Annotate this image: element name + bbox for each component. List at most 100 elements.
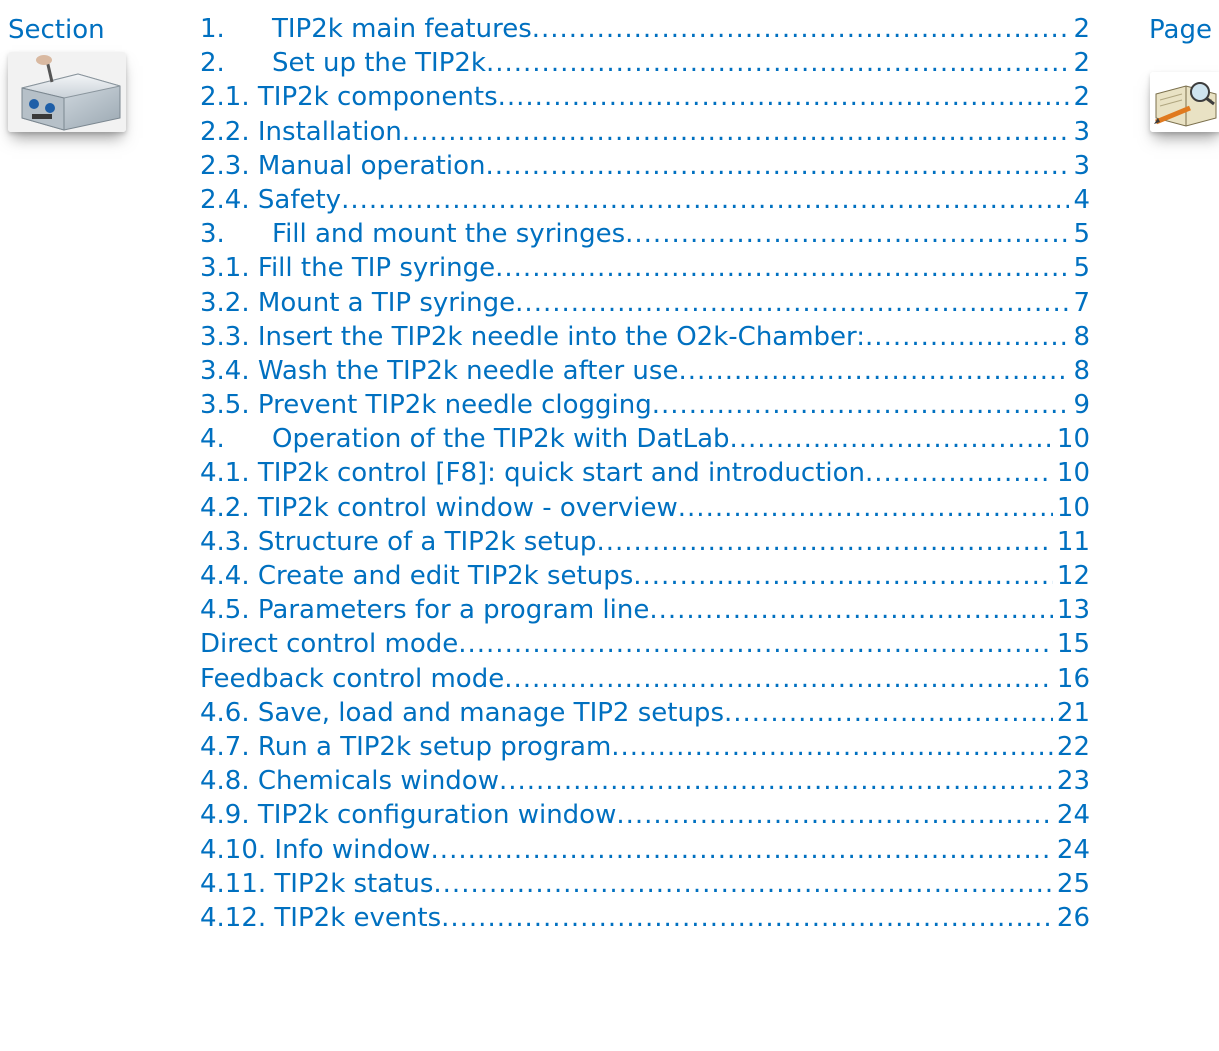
toc-entry[interactable]: 1. TIP2k main features 2 <box>200 12 1090 46</box>
toc-entry-page-number: 24 <box>1056 834 1090 865</box>
toc-entry-page-number: 2 <box>1073 14 1090 44</box>
toc-entry-title: 2.1. TIP2k components <box>200 80 498 114</box>
toc-entry[interactable]: 4. Operation of the TIP2k with DatLab 10 <box>200 422 1090 456</box>
toc-entry-page-number: 11 <box>1056 526 1090 557</box>
toc-entry-text: Direct control mode <box>200 629 459 660</box>
toc-entry-page-number: 23 <box>1056 766 1090 797</box>
toc-entry-page-number: 26 <box>1056 902 1090 933</box>
toc-entry-text: Parameters for a program line <box>257 595 650 626</box>
toc-entry-page-number: 2 <box>1073 82 1090 113</box>
toc-entry-number: 4.7. <box>200 731 250 762</box>
dot-leader <box>652 388 1070 422</box>
table-of-contents: 1. TIP2k main features 2 2. Set up the TIP2k… <box>200 12 1090 935</box>
toc-entry-page-number: 9 <box>1073 390 1090 421</box>
page-column-label: Page <box>1149 15 1212 45</box>
toc-entry-title: 4.1. TIP2k control [F8]: quick start and… <box>200 456 865 490</box>
toc-entry-text: TIP2k status <box>274 868 434 899</box>
toc-entry-number: 2. <box>200 48 225 79</box>
toc-entry[interactable]: 2.1. TIP2k components 2 <box>200 80 1090 114</box>
toc-entry[interactable]: 4.9. TIP2k configuration window 24 <box>200 798 1090 832</box>
toc-entry-number: 3.3. <box>200 321 250 352</box>
toc-entry-text: Structure of a TIP2k setup <box>257 526 597 557</box>
toc-entry[interactable]: 3.3. Insert the TIP2k needle into the O2… <box>200 320 1090 354</box>
toc-entry-number: 2.4. <box>200 184 250 215</box>
toc-entry-title: 2. Set up the TIP2k <box>200 46 486 80</box>
toc-entry-text: Manual operation <box>257 150 486 181</box>
toc-entry-page-number: 5 <box>1073 219 1090 250</box>
toc-entry-text: Fill and mount the syringes <box>272 219 626 250</box>
toc-entry-number: 4.2. <box>200 492 250 523</box>
toc-entry[interactable]: 4.6. Save, load and manage TIP2 setups 21 <box>200 696 1090 730</box>
toc-entry[interactable]: 3.5. Prevent TIP2k needle clogging 9 <box>200 388 1090 422</box>
toc-entry[interactable]: 4.3. Structure of a TIP2k setup 11 <box>200 525 1090 559</box>
dot-leader <box>532 12 1070 46</box>
toc-entry-number: 3. <box>200 219 225 250</box>
dot-leader <box>498 80 1070 114</box>
toc-entry[interactable]: 4.11. TIP2k status 25 <box>200 867 1090 901</box>
toc-entry-text: Save, load and manage TIP2 setups <box>257 697 724 728</box>
dot-leader <box>678 354 1069 388</box>
toc-entry-text: Run a TIP2k setup program <box>257 731 612 762</box>
toc-entry[interactable]: 2. Set up the TIP2k 2 <box>200 46 1090 80</box>
toc-entry[interactable]: Feedback control mode 16 <box>200 662 1090 696</box>
toc-entry-number: 4.4. <box>200 561 250 591</box>
toc-entry[interactable]: 2.2. Installation 3 <box>200 115 1090 149</box>
toc-entry-text: Chemicals window <box>257 766 499 797</box>
toc-entry-text: Insert the TIP2k needle into the O2k-Cha… <box>257 321 866 352</box>
dot-leader <box>402 115 1070 149</box>
toc-entry[interactable]: 3.2. Mount a TIP syringe 7 <box>200 286 1090 320</box>
toc-entry-number: 4.10. <box>200 834 267 865</box>
toc-entry-text: TIP2k main features <box>272 14 532 44</box>
toc-entry-number: 3.5. <box>200 390 250 421</box>
toc-entry-title: 4.7. Run a TIP2k setup program <box>200 730 611 764</box>
toc-entry-page-number: 13 <box>1056 595 1090 626</box>
toc-entry[interactable]: 2.3. Manual operation 3 <box>200 149 1090 183</box>
toc-entry-page-number: 24 <box>1056 800 1090 831</box>
toc-entry-title: 2.4. Safety <box>200 183 341 217</box>
toc-entry-page-number: 8 <box>1073 321 1090 352</box>
toc-entry[interactable]: 4.10. Info window 24 <box>200 833 1090 867</box>
toc-entry[interactable]: 4.2. TIP2k control window - overview 10 <box>200 491 1090 525</box>
toc-entry[interactable]: 4.5. Parameters for a program line 13 <box>200 593 1090 627</box>
dot-leader <box>724 696 1053 730</box>
toc-entry-page-number: 4 <box>1073 184 1090 215</box>
toc-entry-number: 4. <box>200 424 225 455</box>
toc-entry-title: 1. TIP2k main features <box>200 12 532 46</box>
toc-entry-text: TIP2k events <box>274 902 442 933</box>
toc-entry-title: 3.3. Insert the TIP2k needle into the O2… <box>200 320 865 354</box>
toc-entry-text: Feedback control mode <box>200 663 505 694</box>
dot-leader <box>485 149 1069 183</box>
dot-leader <box>633 559 1053 593</box>
toc-entry[interactable]: 3.1. Fill the TIP syringe 5 <box>200 251 1090 285</box>
toc-entry-title: 3.4. Wash the TIP2k needle after use <box>200 354 678 388</box>
toc-entry-number: 2.2. <box>200 116 250 147</box>
toc-entry-title: 4.4. Create and edit TIP2k setups <box>200 559 633 593</box>
toc-entry-text: TIP2k control window - overview <box>257 492 678 523</box>
toc-entry-number: 4.3. <box>200 526 250 557</box>
toc-entry[interactable]: 4.12. TIP2k events 26 <box>200 901 1090 935</box>
toc-entry[interactable]: 2.4. Safety 4 <box>200 183 1090 217</box>
toc-entry[interactable]: 4.1. TIP2k control [F8]: quick start and… <box>200 456 1090 490</box>
toc-entry-text: TIP2k components <box>257 82 498 113</box>
dot-leader <box>486 46 1069 80</box>
toc-entry[interactable]: 4.7. Run a TIP2k setup program 22 <box>200 730 1090 764</box>
toc-entry-title: 4.8. Chemicals window <box>200 764 499 798</box>
toc-entry[interactable]: 3.4. Wash the TIP2k needle after use 8 <box>200 354 1090 388</box>
dot-leader <box>499 764 1053 798</box>
toc-entry-page-number: 12 <box>1056 561 1090 591</box>
toc-entry-title: 4. Operation of the TIP2k with DatLab <box>200 422 730 456</box>
toc-entry-number: 3.2. <box>200 287 250 318</box>
tip2k-device-icon <box>8 52 126 132</box>
toc-entry-page-number: 22 <box>1056 731 1090 762</box>
toc-entry[interactable]: 4.8. Chemicals window 23 <box>200 764 1090 798</box>
toc-entry[interactable]: 4.4. Create and edit TIP2k setups 12 <box>200 559 1090 593</box>
toc-entry[interactable]: 3. Fill and mount the syringes 5 <box>200 217 1090 251</box>
toc-entry-number: 1. <box>200 14 225 44</box>
dot-leader <box>441 901 1053 935</box>
toc-entry[interactable]: Direct control mode 15 <box>200 627 1090 661</box>
toc-entry-page-number: 10 <box>1056 492 1090 523</box>
toc-entry-title: 4.3. Structure of a TIP2k setup <box>200 525 596 559</box>
dot-leader <box>649 593 1053 627</box>
toc-entry-number: 4.9. <box>200 800 250 831</box>
dot-leader <box>616 798 1053 832</box>
